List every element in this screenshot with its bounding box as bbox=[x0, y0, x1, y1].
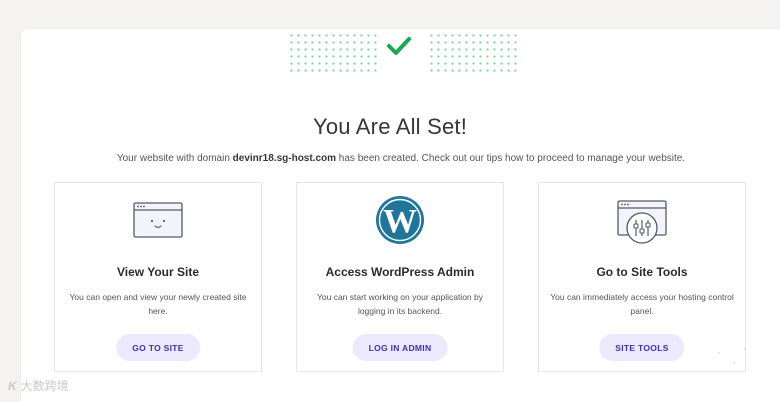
watermark-logo: K bbox=[8, 379, 17, 393]
domain-name: devinr18.sg-host.com bbox=[232, 153, 337, 164]
subtitle-text-end: has been created. Check out our tips how… bbox=[336, 153, 686, 164]
watermark-text: 大数跨境 bbox=[20, 379, 69, 393]
decorative-dot bbox=[733, 362, 735, 364]
card-description: You can start working on your applicatio… bbox=[316, 292, 483, 316]
decorative-dot bbox=[718, 352, 720, 354]
card-wordpress-admin: W Access WordPress Admin You can start w… bbox=[296, 182, 504, 372]
success-illustration bbox=[270, 29, 518, 77]
browser-smile-icon bbox=[133, 202, 183, 238]
card-title: Access WordPress Admin bbox=[325, 265, 475, 279]
card-site-tools: Go to Site Tools You can immediately acc… bbox=[538, 182, 746, 372]
card-title: View Your Site bbox=[116, 265, 200, 279]
site-tools-button[interactable]: SITE TOOLS bbox=[599, 334, 685, 361]
subtitle-text-start: Your website with domain bbox=[116, 153, 233, 164]
page-subtitle: Your website with domain devinr18.sg-hos… bbox=[0, 153, 780, 164]
card-description: You can immediately access your hosting … bbox=[550, 292, 734, 316]
site-tools-sliders-icon bbox=[617, 200, 667, 244]
go-to-site-button[interactable]: GO TO SITE bbox=[116, 334, 200, 361]
wordpress-logo-icon: W bbox=[376, 196, 424, 244]
log-in-admin-button[interactable]: LOG IN ADMIN bbox=[352, 334, 448, 361]
svg-text:W: W bbox=[383, 203, 417, 240]
dot-pattern-left bbox=[288, 32, 378, 72]
dot-pattern-right bbox=[428, 32, 518, 72]
page-title: You Are All Set! bbox=[312, 114, 468, 139]
card-title: Go to Site Tools bbox=[596, 265, 688, 279]
card-description: You can open and view your newly created… bbox=[69, 292, 247, 316]
decorative-dot bbox=[744, 348, 746, 350]
watermark: K 大数跨境 bbox=[8, 377, 69, 394]
card-view-site: View Your Site You can open and view you… bbox=[54, 182, 262, 372]
checkmark-icon bbox=[387, 37, 411, 55]
